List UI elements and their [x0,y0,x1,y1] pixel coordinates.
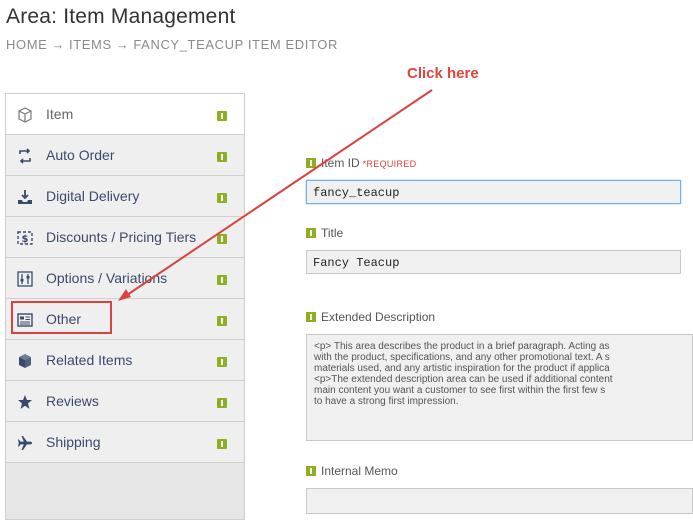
sidebar-item-label: Auto Order [46,147,115,163]
page-title: Area: Item Management [6,5,236,28]
star-icon [16,393,34,411]
info-badge-icon[interactable] [306,312,316,322]
sidebar: Item Auto Order Digital Delivery $ Disco… [5,93,245,520]
svg-text:$: $ [22,234,29,245]
sidebar-item-label: Reviews [46,393,99,409]
sidebar-item-reviews[interactable]: Reviews [6,381,244,422]
breadcrumb-items[interactable]: ITEMS [69,37,112,52]
item-id-label: Item ID *REQUIRED [306,156,416,170]
sidebar-item-related-items[interactable]: Related Items [6,340,244,381]
list-alt-icon [16,311,34,329]
title-input[interactable]: Fancy Teacup [306,250,681,274]
sidebar-item-label: Discounts / Pricing Tiers [46,229,197,245]
internal-memo-textarea[interactable] [306,488,693,514]
sidebar-item-label: Related Items [46,352,133,368]
sidebar-item-label: Digital Delivery [46,188,140,204]
sidebar-item-digital-delivery[interactable]: Digital Delivery [6,176,244,217]
breadcrumb-separator: → [115,37,130,52]
sliders-icon [16,270,34,288]
required-marker: *REQUIRED [362,159,417,169]
sidebar-item-label: Options / Variations [46,270,168,286]
sidebar-item-label: Shipping [46,434,101,450]
sidebar-item-auto-order[interactable]: Auto Order [6,135,244,176]
dollar-tag-icon: $ [16,229,34,247]
click-here-annotation: Click here [407,65,479,82]
title-label: Title [306,226,343,240]
info-badge-icon[interactable] [217,357,227,367]
extended-description-label: Extended Description [306,310,435,324]
sidebar-item-options-variations[interactable]: Options / Variations [6,258,244,299]
info-badge-icon[interactable] [217,111,227,121]
cube-outline-icon [16,106,34,124]
info-badge-icon[interactable] [217,398,227,408]
info-badge-icon[interactable] [217,275,227,285]
info-badge-icon[interactable] [217,439,227,449]
sidebar-item-shipping[interactable]: Shipping [6,422,244,463]
plane-icon [16,434,34,452]
download-tray-icon [16,188,34,206]
breadcrumb-separator: → [51,37,66,52]
item-id-input[interactable]: fancy_teacup [306,180,681,204]
info-badge-icon[interactable] [306,228,316,238]
info-badge-icon[interactable] [306,158,316,168]
sidebar-item-discounts[interactable]: $ Discounts / Pricing Tiers [6,217,244,258]
cubes-icon [16,352,34,370]
info-badge-icon[interactable] [217,316,227,326]
repeat-icon [16,147,34,165]
sidebar-item-item[interactable]: Item [6,94,244,135]
extended-description-textarea[interactable]: <p> This area describes the product in a… [306,334,693,441]
info-badge-icon[interactable] [217,234,227,244]
sidebar-item-label: Item [46,106,74,122]
breadcrumb-home[interactable]: HOME [6,37,47,52]
sidebar-item-label: Other [46,311,82,327]
breadcrumb-current: FANCY_TEACUP ITEM EDITOR [133,37,338,52]
internal-memo-label: Internal Memo [306,464,398,478]
info-badge-icon[interactable] [217,152,227,162]
breadcrumb: HOME → ITEMS → FANCY_TEACUP ITEM EDITOR [6,37,338,52]
info-badge-icon[interactable] [217,193,227,203]
sidebar-item-other[interactable]: Other [6,299,244,340]
info-badge-icon[interactable] [306,466,316,476]
